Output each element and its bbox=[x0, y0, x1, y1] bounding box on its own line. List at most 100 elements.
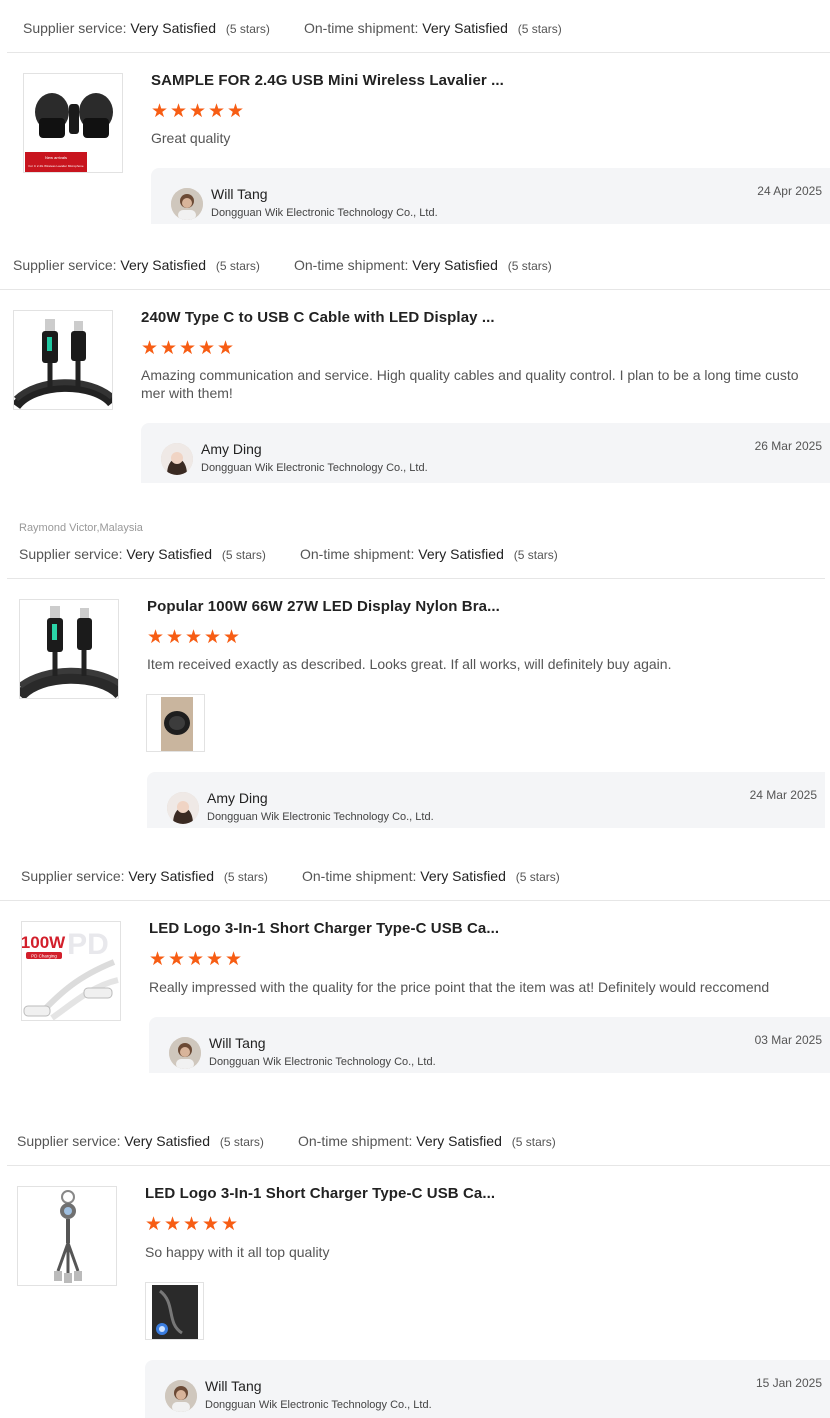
ontime-shipment-label: On-time shipment: bbox=[300, 546, 415, 562]
star-icon: ★ bbox=[141, 338, 159, 359]
star-rating: ★ ★ ★ ★ ★ bbox=[151, 101, 244, 122]
avatar bbox=[167, 792, 199, 824]
reply-date: 15 Jan 2025 bbox=[755, 1376, 822, 1390]
supplier-reply: Will Tang Dongguan Wik Electronic Techno… bbox=[149, 1017, 830, 1073]
star-icon: ★ bbox=[225, 949, 243, 970]
reply-author-name: Amy Ding bbox=[207, 790, 268, 806]
review-photo[interactable] bbox=[145, 1282, 204, 1340]
review-card: Supplier service: Very Satisfied (5 star… bbox=[0, 850, 830, 1080]
reply-company: Dongguan Wik Electronic Technology Co., … bbox=[209, 1056, 436, 1068]
divider bbox=[0, 289, 830, 290]
review-photo-image bbox=[146, 1283, 203, 1339]
supplier-service-rating: Supplier service: Very Satisfied (5 star… bbox=[13, 257, 260, 273]
divider bbox=[7, 52, 830, 53]
reply-author-name: Will Tang bbox=[205, 1378, 262, 1394]
star-icon: ★ bbox=[204, 627, 222, 648]
supplier-service-stars: (5 stars) bbox=[223, 870, 268, 884]
ratings-row: Supplier service: Very Satisfied (5 star… bbox=[17, 1133, 617, 1153]
supplier-reply: Will Tang Dongguan Wik Electronic Techno… bbox=[151, 168, 830, 224]
ontime-shipment-value: Very Satisfied bbox=[420, 868, 506, 884]
star-icon: ★ bbox=[202, 1214, 220, 1235]
star-icon: ★ bbox=[170, 101, 188, 122]
reply-date: 24 Apr 2025 bbox=[757, 184, 822, 198]
star-icon: ★ bbox=[187, 949, 205, 970]
product-thumbnail[interactable]: New arrivals For C 2.4G Wireless Lavalie… bbox=[23, 73, 123, 173]
star-icon: ★ bbox=[223, 627, 241, 648]
supplier-service-stars: (5 stars) bbox=[215, 259, 260, 273]
star-icon: ★ bbox=[147, 627, 165, 648]
product-title[interactable]: SAMPLE FOR 2.4G USB Mini Wireless Lavali… bbox=[151, 72, 504, 89]
supplier-service-label: Supplier service: bbox=[17, 1133, 121, 1149]
star-rating: ★ ★ ★ ★ ★ bbox=[149, 949, 243, 970]
supplier-service-label: Supplier service: bbox=[19, 546, 123, 562]
ontime-shipment-rating: On-time shipment: Very Satisfied (5 star… bbox=[300, 546, 558, 562]
ontime-shipment-rating: On-time shipment: Very Satisfied (5 star… bbox=[302, 868, 560, 884]
supplier-service-rating: Supplier service: Very Satisfied (5 star… bbox=[23, 20, 270, 36]
ontime-shipment-stars: (5 stars) bbox=[513, 548, 558, 562]
product-title[interactable]: LED Logo 3-In-1 Short Charger Type-C USB… bbox=[149, 920, 499, 937]
ontime-shipment-label: On-time shipment: bbox=[298, 1133, 413, 1149]
supplier-service-value: Very Satisfied bbox=[128, 868, 214, 884]
star-icon: ★ bbox=[217, 338, 235, 359]
reply-author-name: Will Tang bbox=[211, 186, 268, 202]
star-icon: ★ bbox=[164, 1214, 182, 1235]
star-icon: ★ bbox=[198, 338, 216, 359]
product-thumbnail[interactable]: PD 100W PD Charging bbox=[21, 921, 121, 1021]
product-title[interactable]: LED Logo 3-In-1 Short Charger Type-C USB… bbox=[145, 1185, 495, 1202]
reply-company: Dongguan Wik Electronic Technology Co., … bbox=[205, 1399, 432, 1411]
supplier-service-rating: Supplier service: Very Satisfied (5 star… bbox=[21, 868, 268, 884]
cable-product-image bbox=[20, 600, 118, 698]
review-card: Supplier service: Very Satisfied (5 star… bbox=[0, 240, 830, 490]
supplier-reply: Amy Ding Dongguan Wik Electronic Technol… bbox=[147, 772, 825, 828]
mic-badge-line1: New arrivals bbox=[45, 155, 67, 160]
reply-date: 03 Mar 2025 bbox=[754, 1033, 822, 1047]
reply-company: Dongguan Wik Electronic Technology Co., … bbox=[207, 811, 434, 823]
star-icon: ★ bbox=[151, 101, 169, 122]
review-card: Raymond Victor,Malaysia Supplier service… bbox=[0, 520, 830, 832]
ontime-shipment-value: Very Satisfied bbox=[416, 1133, 502, 1149]
star-icon: ★ bbox=[166, 627, 184, 648]
product-thumbnail[interactable] bbox=[13, 310, 113, 410]
ratings-row: Supplier service: Very Satisfied (5 star… bbox=[13, 257, 613, 277]
avatar bbox=[165, 1380, 197, 1412]
product-title[interactable]: Popular 100W 66W 27W LED Display Nylon B… bbox=[147, 598, 500, 615]
avatar bbox=[161, 443, 193, 475]
ontime-shipment-label: On-time shipment: bbox=[304, 20, 419, 36]
supplier-service-rating: Supplier service: Very Satisfied (5 star… bbox=[19, 546, 266, 562]
supplier-service-value: Very Satisfied bbox=[120, 257, 206, 273]
star-rating: ★ ★ ★ ★ ★ bbox=[145, 1214, 238, 1235]
star-rating: ★ ★ ★ ★ ★ bbox=[141, 338, 235, 359]
supplier-service-value: Very Satisfied bbox=[124, 1133, 210, 1149]
review-card: Supplier service: Very Satisfied (5 star… bbox=[0, 1115, 830, 1418]
cable-product-image bbox=[14, 311, 112, 409]
product-thumbnail[interactable] bbox=[17, 1186, 117, 1286]
product-title[interactable]: 240W Type C to USB C Cable with LED Disp… bbox=[141, 309, 495, 326]
star-icon: ★ bbox=[185, 627, 203, 648]
charger-product-image: PD 100W PD Charging bbox=[22, 922, 120, 1020]
supplier-service-rating: Supplier service: Very Satisfied (5 star… bbox=[17, 1133, 264, 1149]
review-comment: Item received exactly as described. Look… bbox=[147, 656, 672, 672]
supplier-service-value: Very Satisfied bbox=[130, 20, 216, 36]
avatar bbox=[171, 188, 203, 220]
review-photo[interactable] bbox=[146, 694, 205, 752]
divider bbox=[0, 900, 830, 901]
supplier-service-label: Supplier service: bbox=[23, 20, 127, 36]
star-icon: ★ bbox=[206, 949, 224, 970]
charger-watermark: PD bbox=[67, 928, 109, 961]
star-icon: ★ bbox=[179, 338, 197, 359]
review-card: Supplier service: Very Satisfied (5 star… bbox=[0, 0, 830, 230]
ontime-shipment-label: On-time shipment: bbox=[302, 868, 417, 884]
star-icon: ★ bbox=[160, 338, 178, 359]
microphone-product-image: New arrivals For C 2.4G Wireless Lavalie… bbox=[24, 74, 122, 172]
review-comment: Great quality bbox=[151, 130, 231, 146]
star-icon: ★ bbox=[189, 101, 207, 122]
review-comment: Amazing communication and service. High … bbox=[141, 367, 799, 401]
product-thumbnail[interactable] bbox=[19, 599, 119, 699]
supplier-service-value: Very Satisfied bbox=[126, 546, 212, 562]
ontime-shipment-stars: (5 stars) bbox=[507, 259, 552, 273]
ratings-row: Supplier service: Very Satisfied (5 star… bbox=[21, 868, 621, 888]
divider bbox=[7, 1165, 830, 1166]
ontime-shipment-rating: On-time shipment: Very Satisfied (5 star… bbox=[304, 20, 562, 36]
avatar bbox=[169, 1037, 201, 1069]
star-icon: ★ bbox=[145, 1214, 163, 1235]
